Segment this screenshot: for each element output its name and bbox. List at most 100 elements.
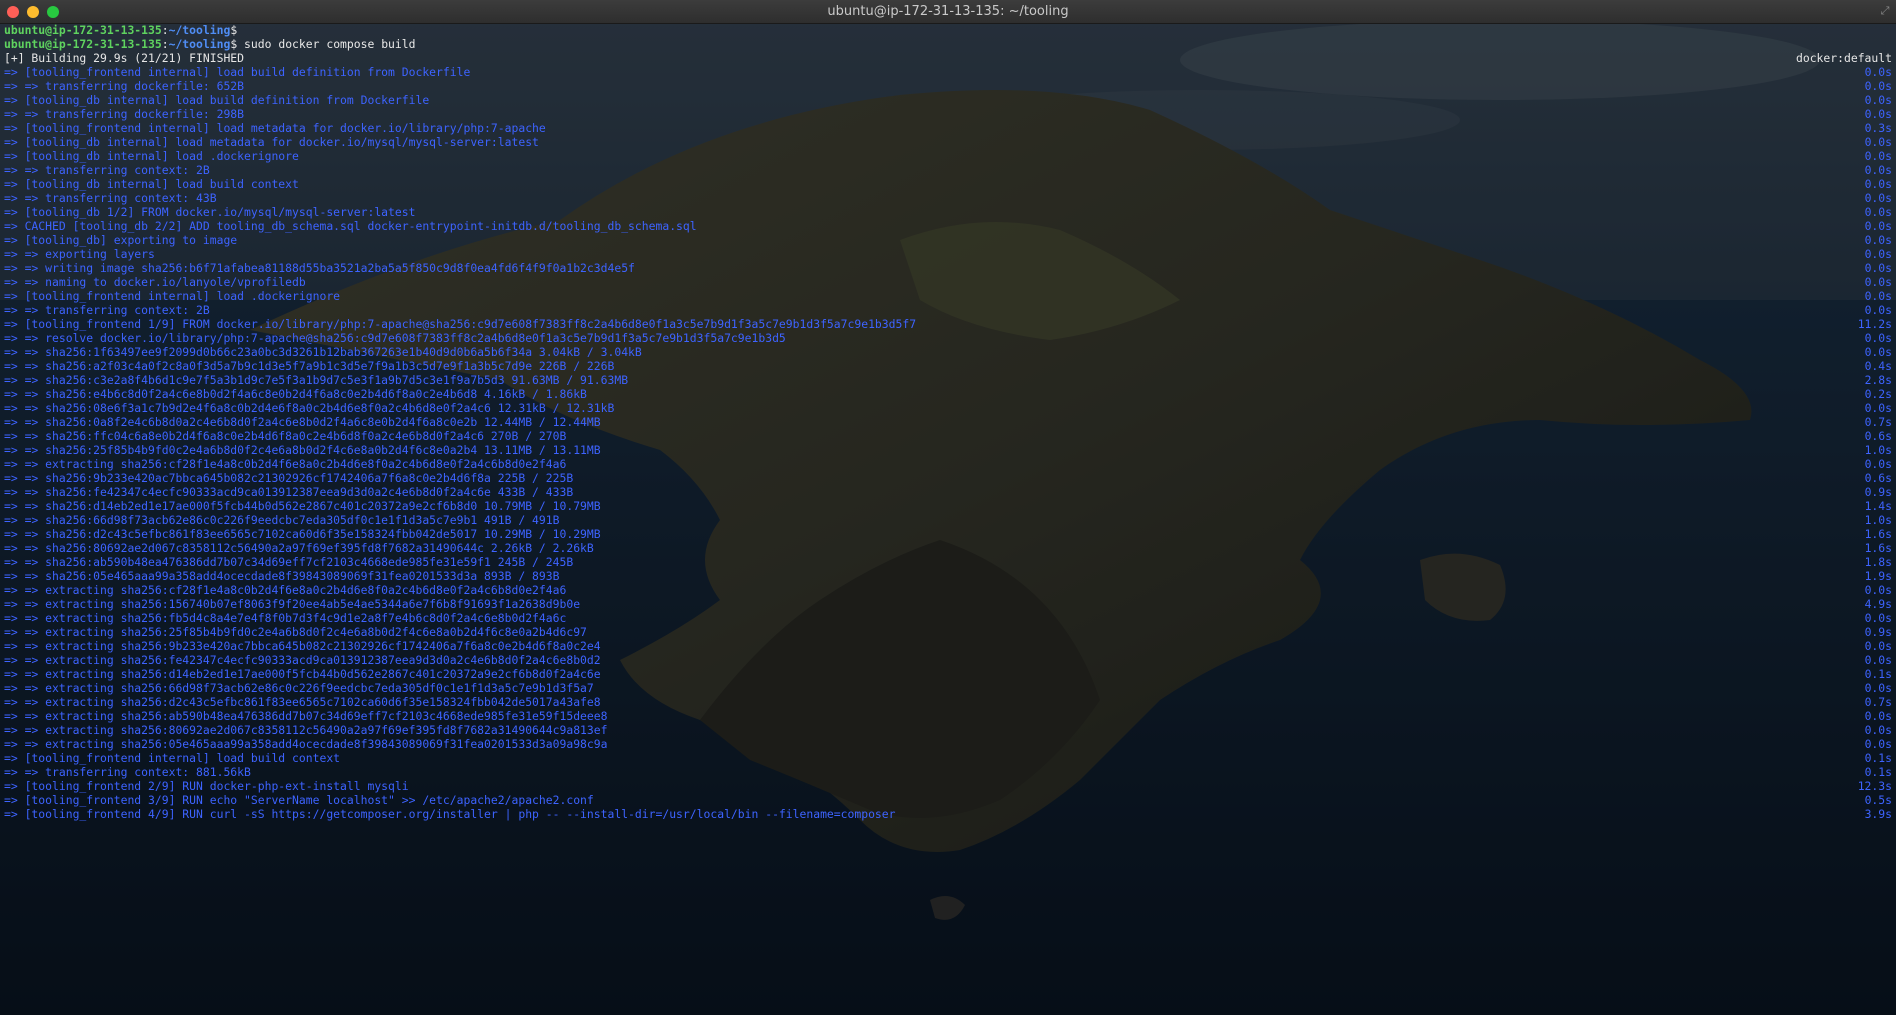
build-step-text: => => sha256:1f63497ee9f2099d0b66c23a0bc… bbox=[4, 345, 642, 359]
build-log-line: => [tooling_frontend 4/9] RUN curl -sS h… bbox=[4, 807, 1892, 821]
build-step-time: 1.4s bbox=[1864, 499, 1892, 513]
build-step-text: => => sha256:25f85b4b9fd0c2e4a6b8d0f2c4e… bbox=[4, 443, 601, 457]
build-step-text: => => sha256:08e6f3a1c7b9d2e4f6a8c0b2d4e… bbox=[4, 401, 615, 415]
build-step-text: => => sha256:d2c43c5efbc861f83ee6565c710… bbox=[4, 527, 601, 541]
build-log-line: => => extracting sha256:80692ae2d067c835… bbox=[4, 723, 1892, 737]
prompt-symbol: $ bbox=[230, 23, 238, 37]
build-log-line: => [tooling_frontend internal] load buil… bbox=[4, 751, 1892, 765]
build-step-time: 0.0s bbox=[1864, 149, 1892, 163]
build-step-text: => => sha256:a2f03c4a0f2c8a0f3d5a7b9c1d3… bbox=[4, 359, 615, 373]
build-step-text: => => sha256:0a8f2e4c6b8d0a2c4e6b8d0f2a4… bbox=[4, 415, 601, 429]
build-step-text: => [tooling_frontend internal] load buil… bbox=[4, 65, 471, 79]
build-step-time: 0.0s bbox=[1864, 723, 1892, 737]
build-step-time: 0.1s bbox=[1864, 765, 1892, 779]
build-step-text: => [tooling_frontend internal] load meta… bbox=[4, 121, 546, 135]
build-log-line: => => sha256:1f63497ee9f2099d0b66c23a0bc… bbox=[4, 345, 1892, 359]
build-step-time: 0.0s bbox=[1864, 653, 1892, 667]
build-step-time: 0.0s bbox=[1864, 345, 1892, 359]
build-log-line: => => sha256:d14eb2ed1e17ae000f5fcb44b0d… bbox=[4, 499, 1892, 513]
build-step-text: => => sha256:80692ae2d067c8358112c56490a… bbox=[4, 541, 594, 555]
build-step-time: 0.0s bbox=[1864, 709, 1892, 723]
build-log-line: => [tooling_frontend internal] load .doc… bbox=[4, 289, 1892, 303]
build-step-time: 0.0s bbox=[1864, 457, 1892, 471]
build-step-time: 0.3s bbox=[1864, 121, 1892, 135]
build-step-text: => => extracting sha256:9b233e420ac7bbca… bbox=[4, 639, 601, 653]
build-step-time: 0.0s bbox=[1864, 681, 1892, 695]
build-step-time: 0.0s bbox=[1864, 737, 1892, 751]
build-log-line: => [tooling_db internal] load .dockerign… bbox=[4, 149, 1892, 163]
build-step-time: 0.6s bbox=[1864, 429, 1892, 443]
build-step-text: => => transferring context: 43B bbox=[4, 191, 217, 205]
build-status-line: [+] Building 29.9s (21/21) FINISHED docke… bbox=[4, 51, 1892, 65]
build-log-line: => [tooling_db internal] load metadata f… bbox=[4, 135, 1892, 149]
prompt-user: ubuntu@ip-172-31-13-135 bbox=[4, 23, 162, 37]
build-log-line: => => extracting sha256:9b233e420ac7bbca… bbox=[4, 639, 1892, 653]
terminal-output[interactable]: ubuntu@ip-172-31-13-135:~/tooling$ ubunt… bbox=[4, 23, 1892, 1013]
build-step-text: => => resolve docker.io/library/php:7-ap… bbox=[4, 331, 786, 345]
build-log-line: => => extracting sha256:fb5d4c8a4e7e4f8f… bbox=[4, 611, 1892, 625]
build-log-line: => => transferring context: 881.56kB 0.1s bbox=[4, 765, 1892, 779]
build-log-line: => => sha256:c3e2a8f4b6d1c9e7f5a3b1d9c7e… bbox=[4, 373, 1892, 387]
build-log-line: => => transferring dockerfile: 652B 0.0s bbox=[4, 79, 1892, 93]
build-step-time: 0.0s bbox=[1864, 401, 1892, 415]
build-log-line: => => sha256:fe42347c4ecfc90333acd9ca013… bbox=[4, 485, 1892, 499]
build-log-line: => => transferring context: 2B 0.0s bbox=[4, 163, 1892, 177]
build-step-text: => => extracting sha256:ab590b48ea476386… bbox=[4, 709, 608, 723]
title-bar: ubuntu@ip-172-31-13-135: ~/tooling ⤢ bbox=[0, 0, 1896, 24]
build-step-text: => => sha256:ab590b48ea476386dd7b07c34d6… bbox=[4, 555, 574, 569]
build-log-line: => [tooling_frontend internal] load meta… bbox=[4, 121, 1892, 135]
build-log-line: => [tooling_db] exporting to image 0.0s bbox=[4, 233, 1892, 247]
build-step-text: => => transferring dockerfile: 652B bbox=[4, 79, 245, 93]
build-step-text: => => extracting sha256:05e465aaa99a358a… bbox=[4, 737, 608, 751]
prompt-line: ubuntu@ip-172-31-13-135:~/tooling$ bbox=[4, 23, 238, 37]
build-step-time: 3.9s bbox=[1864, 807, 1892, 821]
build-step-time: 1.0s bbox=[1864, 513, 1892, 527]
build-step-text: => CACHED [tooling_db 2/2] ADD tooling_d… bbox=[4, 219, 697, 233]
build-step-time: 2.8s bbox=[1864, 373, 1892, 387]
build-step-time: 0.0s bbox=[1864, 611, 1892, 625]
build-step-text: => => extracting sha256:d14eb2ed1e17ae00… bbox=[4, 667, 601, 681]
build-step-text: => => sha256:c3e2a8f4b6d1c9e7f5a3b1d9c7e… bbox=[4, 373, 629, 387]
build-step-text: => => extracting sha256:cf28f1e4a8c0b2d4… bbox=[4, 583, 567, 597]
build-step-time: 1.9s bbox=[1864, 569, 1892, 583]
build-log-line: => => sha256:0a8f2e4c6b8d0a2c4e6b8d0f2a4… bbox=[4, 415, 1892, 429]
build-step-time: 11.2s bbox=[1857, 317, 1892, 331]
build-log-line: => => extracting sha256:ab590b48ea476386… bbox=[4, 709, 1892, 723]
build-step-text: => => transferring context: 2B bbox=[4, 303, 210, 317]
build-step-time: 0.0s bbox=[1864, 107, 1892, 121]
build-step-text: => => transferring context: 2B bbox=[4, 163, 210, 177]
build-step-time: 0.1s bbox=[1864, 751, 1892, 765]
build-step-text: => => sha256:d14eb2ed1e17ae000f5fcb44b0d… bbox=[4, 499, 601, 513]
build-step-text: => [tooling_db internal] load .dockerign… bbox=[4, 149, 299, 163]
build-step-time: 0.0s bbox=[1864, 135, 1892, 149]
build-log-line: => CACHED [tooling_db 2/2] ADD tooling_d… bbox=[4, 219, 1892, 233]
build-step-text: => => transferring dockerfile: 298B bbox=[4, 107, 245, 121]
build-step-time: 1.6s bbox=[1864, 527, 1892, 541]
build-step-text: => => extracting sha256:80692ae2d067c835… bbox=[4, 723, 608, 737]
build-step-text: => => naming to docker.io/lanyole/vprofi… bbox=[4, 275, 306, 289]
build-step-text: => => extracting sha256:d2c43c5efbc861f8… bbox=[4, 695, 601, 709]
build-step-text: => => extracting sha256:fb5d4c8a4e7e4f8f… bbox=[4, 611, 567, 625]
build-step-time: 0.0s bbox=[1864, 247, 1892, 261]
build-log-line: => => sha256:05e465aaa99a358add4ocecdade… bbox=[4, 569, 1892, 583]
build-log-line: => => extracting sha256:d14eb2ed1e17ae00… bbox=[4, 667, 1892, 681]
build-step-text: => => sha256:fe42347c4ecfc90333acd9ca013… bbox=[4, 485, 574, 499]
build-step-time: 0.0s bbox=[1864, 163, 1892, 177]
build-log: => [tooling_frontend internal] load buil… bbox=[4, 65, 1892, 821]
build-step-time: 0.7s bbox=[1864, 415, 1892, 429]
prompt-path: ~/tooling bbox=[168, 23, 231, 37]
build-step-time: 0.0s bbox=[1864, 639, 1892, 653]
build-step-text: => => exporting layers bbox=[4, 247, 155, 261]
build-step-text: => [tooling_db internal] load metadata f… bbox=[4, 135, 539, 149]
build-log-line: => [tooling_frontend 1/9] FROM docker.io… bbox=[4, 317, 1892, 331]
build-log-line: => => sha256:e4b6c8d0f2a4c6e8b0d2f4a6c8e… bbox=[4, 387, 1892, 401]
expand-icon[interactable]: ⤢ bbox=[1878, 4, 1892, 18]
build-log-line: => => extracting sha256:66d98f73acb62e86… bbox=[4, 681, 1892, 695]
build-step-time: 0.9s bbox=[1864, 485, 1892, 499]
build-log-line: => => sha256:ffc04c6a8e0b2d4f6a8c0e2b4d6… bbox=[4, 429, 1892, 443]
build-step-text: => [tooling_frontend internal] load buil… bbox=[4, 751, 341, 765]
build-log-line: => => extracting sha256:d2c43c5efbc861f8… bbox=[4, 695, 1892, 709]
build-log-line: => => sha256:66d98f73acb62e86c0c226f9eed… bbox=[4, 513, 1892, 527]
build-step-time: 0.6s bbox=[1864, 471, 1892, 485]
build-step-time: 0.0s bbox=[1864, 303, 1892, 317]
